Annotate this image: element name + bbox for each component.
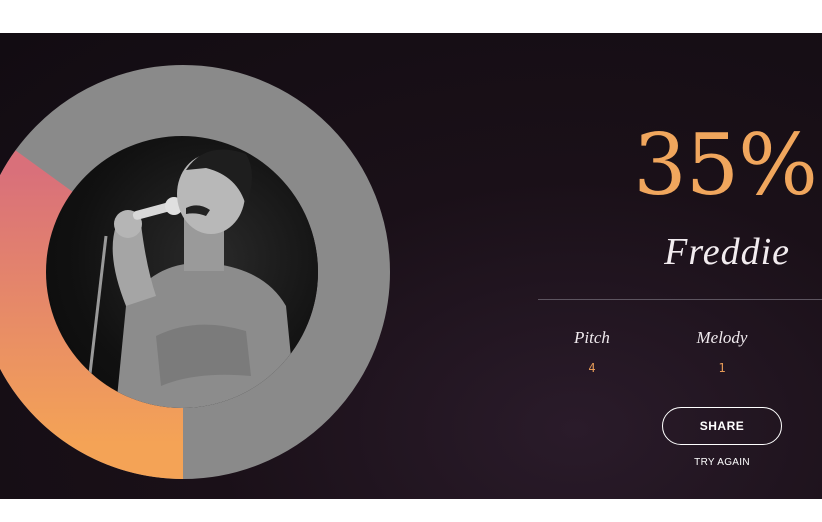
share-button[interactable]: SHARE xyxy=(662,407,782,445)
pitch-label: Pitch xyxy=(574,328,610,347)
melody-value: 1 xyxy=(718,361,726,375)
pitch-value: 4 xyxy=(588,361,596,375)
try-again-link[interactable]: TRY AGAIN xyxy=(672,457,772,468)
result-screen: 35% Freddie Pitch 4 Melody 1 SHARE TRY A… xyxy=(0,33,822,499)
artist-name: Freddie xyxy=(664,231,790,273)
singer-photo xyxy=(46,136,318,408)
melody-label: Melody xyxy=(696,328,748,347)
score-percent: 35% xyxy=(633,116,818,214)
divider xyxy=(538,299,822,300)
